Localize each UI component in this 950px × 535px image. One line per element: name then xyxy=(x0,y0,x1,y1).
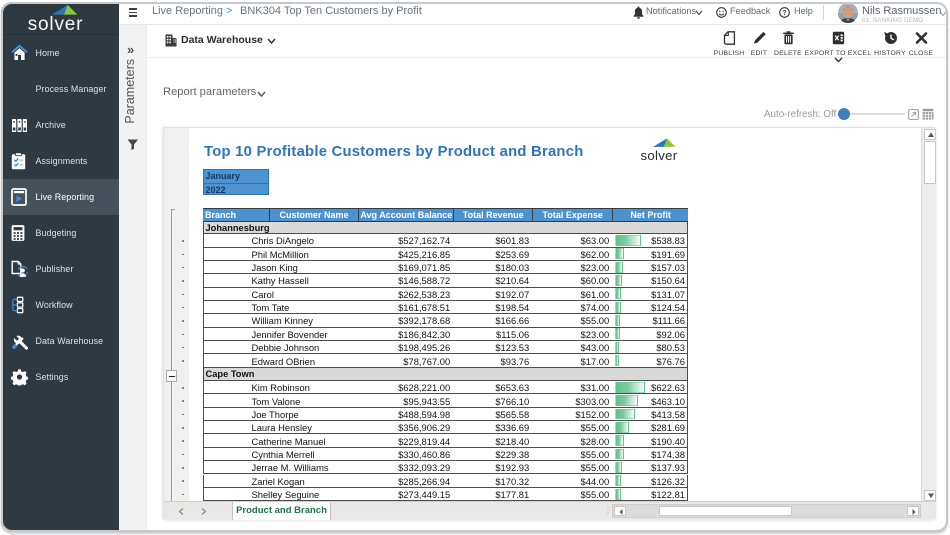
svg-text:?: ? xyxy=(782,10,786,17)
